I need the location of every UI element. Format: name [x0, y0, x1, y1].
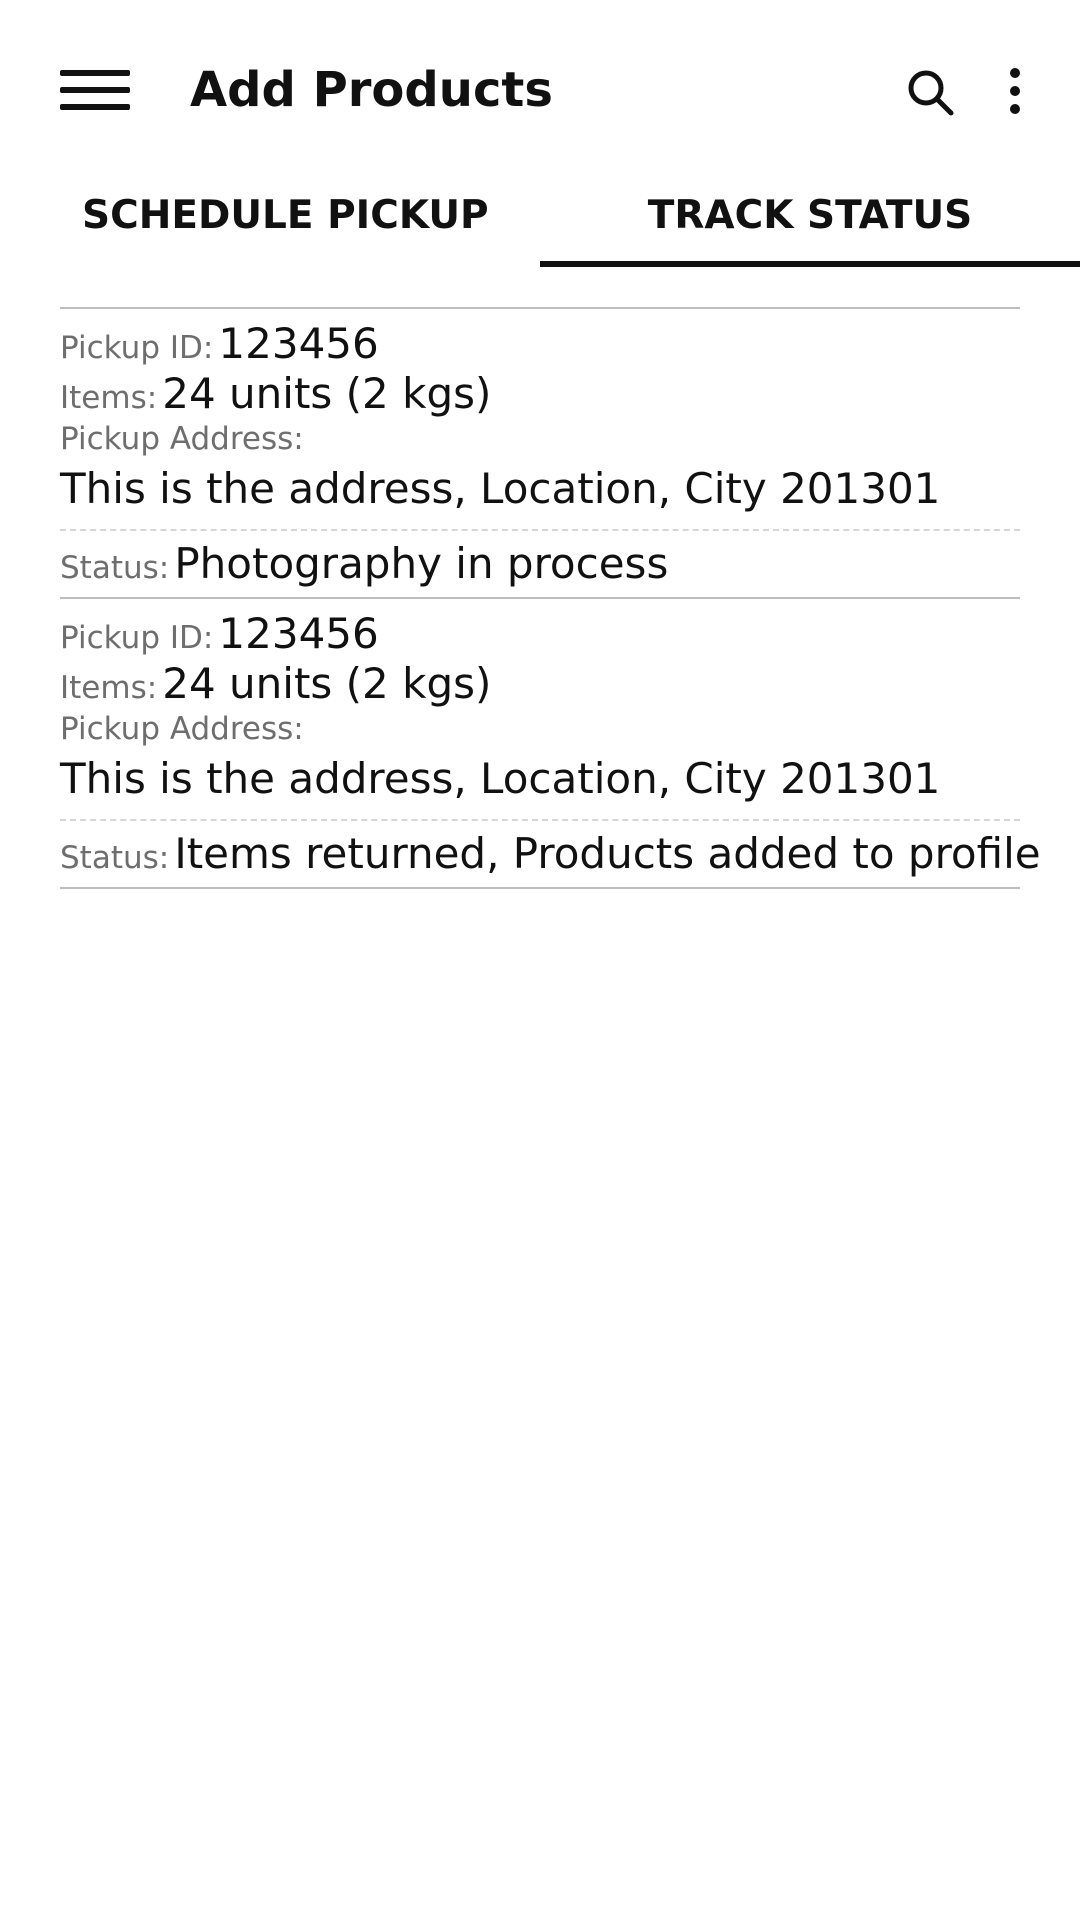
status-row: Status: Items returned, Products added t… [60, 819, 1041, 887]
menu-icon[interactable] [60, 70, 130, 110]
pickup-card[interactable]: Pickup ID: 123456 Items: 24 units (2 kgs… [60, 307, 1020, 597]
pickup-id-value: 123456 [218, 319, 379, 368]
pickup-address-value: This is the address, Location, City 2013… [60, 464, 941, 513]
pickup-id-value: 123456 [218, 609, 379, 658]
pickup-id-row: Pickup ID: 123456 [60, 319, 1020, 369]
pickup-id-label: Pickup ID: [60, 330, 214, 366]
items-value: 24 units (2 kgs) [162, 369, 492, 418]
status-row: Status: Photography in process [60, 529, 1020, 597]
status-value: Items returned, Products added to profil… [174, 829, 1041, 878]
status-label: Status: [60, 550, 170, 586]
page-title: Add Products [190, 62, 553, 118]
items-label: Items: [60, 670, 158, 706]
items-label: Items: [60, 380, 158, 416]
pickup-card[interactable]: Pickup ID: 123456 Items: 24 units (2 kgs… [60, 597, 1041, 889]
tab-track-status[interactable]: TRACK STATUS [540, 180, 1080, 270]
items-row: Items: 24 units (2 kgs) [60, 659, 1020, 709]
app-bar: Add Products [0, 0, 1080, 180]
pickup-id-label: Pickup ID: [60, 620, 214, 656]
items-row: Items: 24 units (2 kgs) [60, 369, 1020, 419]
items-value: 24 units (2 kgs) [162, 659, 492, 708]
pickup-address-label: Pickup Address: [60, 711, 304, 747]
pickup-address-label: Pickup Address: [60, 421, 304, 457]
more-vert-icon[interactable] [1000, 66, 1030, 116]
search-icon[interactable] [905, 67, 955, 117]
status-label: Status: [60, 840, 170, 876]
tab-schedule-pickup[interactable]: SCHEDULE PICKUP [0, 180, 540, 270]
pickup-address-value: This is the address, Location, City 2013… [60, 754, 941, 803]
status-value: Photography in process [174, 539, 669, 588]
pickup-id-row: Pickup ID: 123456 [60, 609, 1020, 659]
pickup-list: Pickup ID: 123456 Items: 24 units (2 kgs… [60, 307, 1041, 889]
tab-bar: SCHEDULE PICKUP TRACK STATUS [0, 180, 1080, 270]
selected-tab-indicator [540, 261, 1080, 267]
